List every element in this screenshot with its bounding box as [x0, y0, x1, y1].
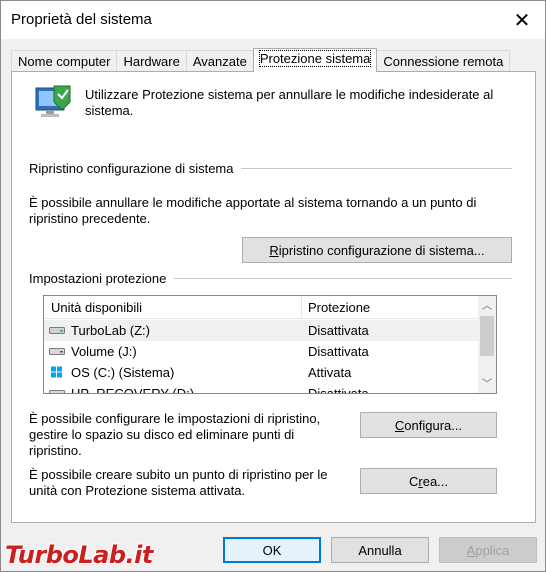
cancel-button[interactable]: Annulla: [331, 537, 429, 563]
drive-protection-status: Disattivata: [308, 323, 369, 338]
scroll-up-icon[interactable]: ︿: [478, 296, 496, 313]
scroll-thumb[interactable]: [480, 316, 494, 356]
drive-protection-status: Disattivata: [308, 386, 369, 394]
create-button-prefix: C: [408, 473, 419, 489]
column-separator[interactable]: [301, 296, 302, 319]
window-title: Proprietà del sistema: [11, 11, 152, 28]
system-restore-button[interactable]: Ripristino configurazione di sistema...: [242, 237, 512, 263]
close-icon: ✕: [513, 9, 531, 32]
system-restore-button-mnemonic: R: [269, 242, 279, 258]
drive-name: Volume (J:): [71, 344, 137, 359]
create-button-label: ea...: [422, 473, 449, 489]
drive-protection-status: Disattivata: [308, 344, 369, 359]
hard-drive-icon: [49, 390, 65, 393]
close-button[interactable]: ✕: [499, 1, 545, 39]
apply-button-mnemonic: A: [466, 542, 476, 558]
tab-panel: Utilizzare Protezione sistema per annull…: [11, 71, 536, 523]
tab-nome-computer[interactable]: Nome computer: [11, 50, 118, 72]
restore-group-title: Ripristino configurazione di sistema: [29, 161, 242, 176]
drive-name: HP_RECOVERY (D:): [71, 386, 195, 394]
system-properties-window: Proprietà del sistema ✕ Nome computer Ha…: [0, 0, 546, 572]
drive-name: OS (C:) (Sistema): [71, 365, 175, 380]
create-description: È possibile creare subito un punto di ri…: [29, 467, 328, 498]
apply-button[interactable]: Applica: [439, 537, 537, 563]
configure-description: È possibile configurare le impostazioni …: [29, 411, 321, 458]
system-protection-icon: [35, 85, 71, 117]
tab-hardware[interactable]: Hardware: [116, 50, 187, 72]
intro-text: Utilizzare Protezione sistema per annull…: [85, 87, 494, 118]
drive-row[interactable]: TurboLab (Z:) Disattivata: [44, 320, 478, 341]
tab-connessione-remota[interactable]: Connessione remota: [376, 50, 511, 72]
ok-button[interactable]: OK: [223, 537, 321, 563]
drive-list-scrollbar[interactable]: ︿ ﹀: [478, 296, 496, 393]
turbolab-watermark-logo: TurboLab.it: [5, 541, 153, 569]
drive-protection-status: Attivata: [308, 365, 352, 380]
hard-drive-icon: [49, 348, 65, 355]
drive-list[interactable]: Unità disponibili Protezione TurboLab (Z…: [43, 295, 497, 394]
protection-group-title: Impostazioni protezione: [29, 271, 175, 286]
network-drive-icon: [49, 327, 65, 334]
scroll-down-icon[interactable]: ﹀: [478, 374, 496, 391]
drive-name: TurboLab (Z:): [71, 323, 150, 338]
drive-row[interactable]: HP_RECOVERY (D:) Disattivata: [44, 383, 478, 394]
restore-description: È possibile annullare le modifiche appor…: [29, 195, 477, 226]
column-header-protection[interactable]: Protezione: [308, 300, 370, 315]
tab-protezione-sistema[interactable]: Protezione sistema: [252, 48, 378, 72]
drive-list-header: Unità disponibili Protezione: [44, 296, 478, 319]
drive-row[interactable]: OS (C:) (Sistema) Attivata: [44, 362, 478, 383]
drive-row[interactable]: Volume (J:) Disattivata: [44, 341, 478, 362]
configure-button[interactable]: Configura...: [360, 412, 497, 438]
tab-strip: Nome computer Hardware Avanzate Protezio…: [11, 48, 511, 72]
configure-button-mnemonic: C: [394, 417, 405, 433]
apply-button-label: pplica: [475, 542, 510, 558]
create-button[interactable]: Cr ea...: [360, 468, 497, 494]
tab-protezione-sistema-label: Protezione sistema: [258, 50, 372, 67]
system-restore-button-label: ipristino configurazione di sistema...: [278, 242, 485, 258]
column-header-drive[interactable]: Unità disponibili: [51, 300, 142, 315]
system-drive-icon: [51, 366, 62, 378]
configure-button-label: onfigura...: [404, 417, 463, 433]
title-bar[interactable]: Proprietà del sistema ✕: [1, 1, 545, 39]
tab-avanzate[interactable]: Avanzate: [185, 50, 254, 72]
